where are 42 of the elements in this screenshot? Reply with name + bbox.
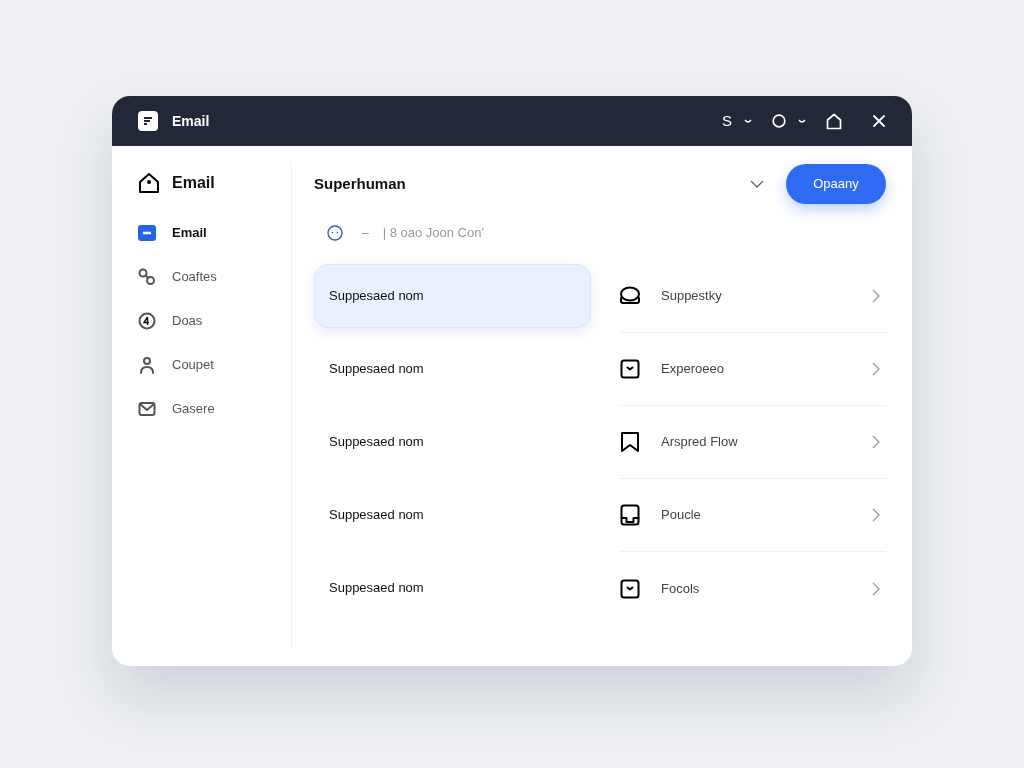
section-title: Superhuman: [314, 173, 406, 194]
sidebar-header: Email: [172, 173, 215, 193]
tilde-icon: [744, 118, 752, 124]
bookmark-icon: [620, 431, 640, 453]
mail-icon: [138, 400, 156, 418]
home-icon: [138, 172, 160, 194]
sidebar-item[interactable]: Coaftes: [138, 268, 291, 286]
chevron-right-icon[interactable]: [872, 508, 880, 522]
list-item-label: Experoeeo: [661, 360, 724, 379]
s-glyph: S: [722, 110, 732, 131]
chevron-down-icon[interactable]: [750, 180, 764, 188]
list-item-label: Suppestky: [661, 287, 722, 306]
rings-icon: [138, 268, 156, 286]
sidebar-item[interactable]: Gasere: [138, 400, 291, 418]
chevron-right-icon[interactable]: [872, 289, 880, 303]
search-field[interactable]: | 8 oao Joon Con': [382, 223, 643, 243]
list-item-label: Focols: [661, 579, 700, 598]
stack-icon: [619, 286, 641, 306]
tilde-icon: [798, 118, 806, 124]
sidebar-item[interactable]: Email: [138, 224, 291, 242]
circle-icon: [772, 114, 786, 128]
list-item-label: Arspred Flow: [661, 433, 738, 452]
chevron-right-icon[interactable]: [872, 362, 880, 376]
number-circle-icon: [138, 312, 156, 330]
face-icon: [326, 224, 344, 242]
app-logo-icon: [138, 111, 158, 131]
chevron-box-icon: [620, 359, 640, 379]
close-icon[interactable]: [872, 114, 886, 128]
primary-button[interactable]: Opaany: [786, 164, 886, 204]
chevron-right-icon[interactable]: [872, 581, 880, 596]
chevron-right-icon[interactable]: [872, 435, 880, 449]
minus-square-icon: [138, 224, 156, 242]
sidebar-item[interactable]: Doas: [138, 312, 291, 330]
tray-icon: [620, 504, 640, 526]
dash-text: –: [362, 225, 369, 242]
person-icon: [138, 356, 156, 374]
list-item-label: Poucle: [661, 506, 701, 525]
window-title: Email: [172, 111, 210, 131]
list-item[interactable]: Suppesaed nom: [314, 264, 591, 328]
sidebar-item[interactable]: Coupet: [138, 356, 291, 374]
home-icon[interactable]: [826, 112, 842, 130]
chevron-box-icon: [620, 578, 640, 599]
